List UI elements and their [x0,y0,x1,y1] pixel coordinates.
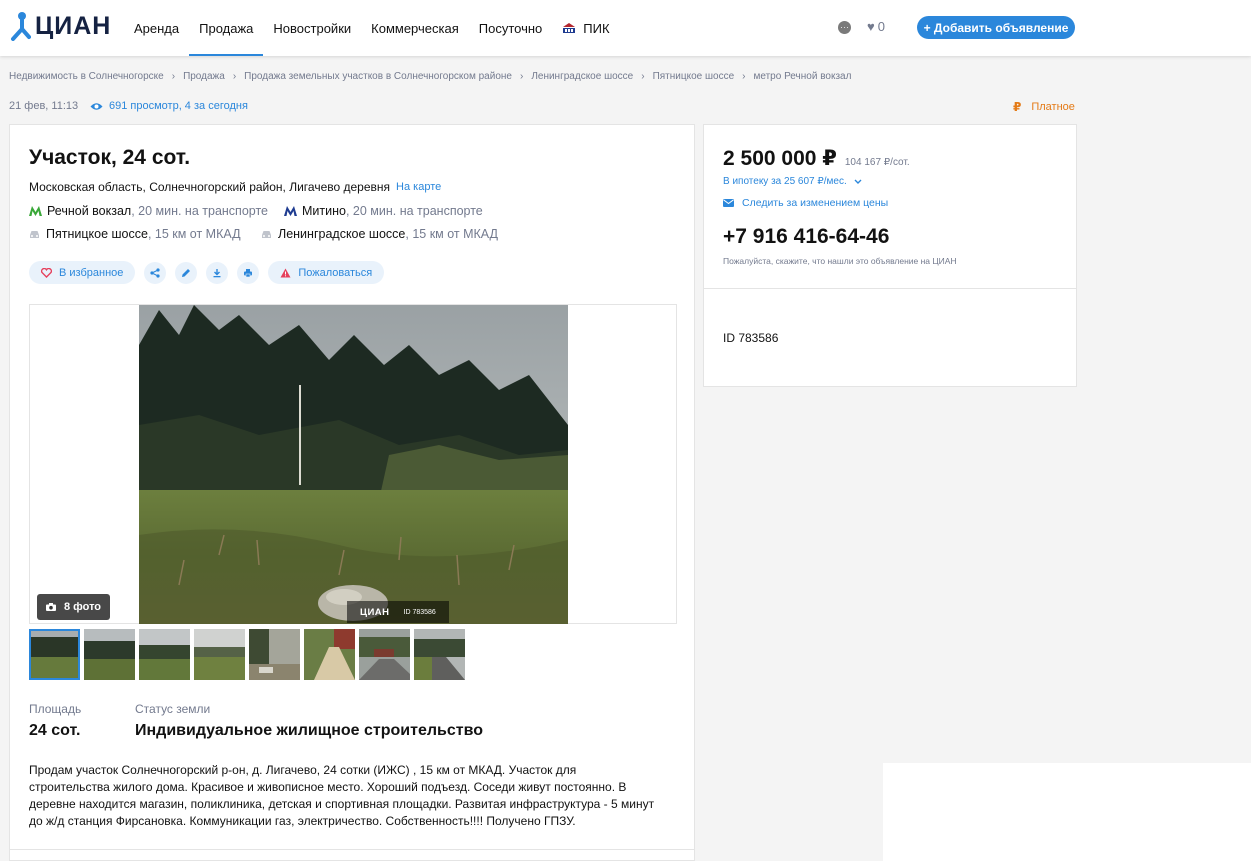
highway-name[interactable]: Ленинградское шоссе [278,227,405,241]
metro-icon [29,206,42,216]
land-status-label: Статус земли [135,702,211,716]
photo-thumbnail[interactable] [249,629,300,680]
highway: Ленинградское шоссе, 15 км от МКАД [261,227,498,241]
metro-name[interactable]: Митино [302,204,346,218]
nav-commercial[interactable]: Коммерческая [361,0,469,56]
breadcrumb-item[interactable]: Ленинградское шоссе [531,71,633,82]
listing-address: Московская область, Солнечногорский райо… [29,180,442,194]
phone-number[interactable]: +7 916 416-64-46 [723,225,889,249]
cian-logo-icon [11,12,31,41]
chat-icon[interactable] [838,21,851,34]
share-button[interactable] [144,261,167,284]
share-icon [150,267,160,278]
nav-daily[interactable]: Посуточно [469,0,553,56]
photo-thumbnail[interactable] [194,629,245,680]
metro-icon [284,206,297,216]
breadcrumb-item[interactable]: метро Речной вокзал [753,71,851,82]
photo-thumbnails [29,629,469,680]
map-link[interactable]: На карте [396,181,441,193]
metro-name[interactable]: Речной вокзал [47,204,131,218]
main-photo[interactable] [139,305,568,624]
pik-logo-icon [563,23,576,33]
edit-button[interactable] [175,261,198,284]
breadcrumb: Недвижимость в Солнечногорске › Продажа … [9,71,851,82]
listing-id: ID 783586 [723,331,779,345]
download-button[interactable] [206,261,229,284]
nav-rent[interactable]: Аренда [124,0,189,56]
divider [704,288,1076,289]
area-label: Площадь [29,702,82,716]
photo-thumbnail[interactable] [304,629,355,680]
report-button[interactable]: Пожаловаться [268,261,385,284]
add-listing-button[interactable]: + Добавить объявление [917,16,1075,39]
paid-badge: ₽ Платное [1013,100,1075,114]
metro-station: Митино, 20 мин. на транспорте [284,204,483,218]
listing-card: Участок, 24 сот. Московская область, Сол… [9,124,695,861]
follow-price-link[interactable]: Следить за изменением цены [723,197,888,209]
breadcrumb-item[interactable]: Продажа [183,71,225,82]
site-header: ЦИАН Аренда Продажа Новостройки Коммерче… [0,0,1251,56]
photo-thumbnail[interactable] [359,629,410,680]
cian-logo[interactable]: ЦИАН [9,8,111,44]
heart-outline-icon [41,267,52,278]
pencil-icon [182,268,191,277]
views-link[interactable]: 691 просмотр, 4 за сегодня [90,100,248,112]
photo-gallery: 8 фото ЦИАН ID 783586 [29,304,677,624]
mortgage-link[interactable]: В ипотеку за 25 607 ₽/мес. [723,176,862,187]
price-per-unit: 104 167 ₽/сот. [844,157,910,168]
landscape-photo [139,305,568,624]
metro-station: Речной вокзал, 20 мин. на транспорте [29,204,268,218]
main-nav: Аренда Продажа Новостройки Коммерческая … [124,0,620,56]
chevron-down-icon [854,179,862,184]
area-value: 24 сот. [29,722,81,739]
ruble-icon: ₽ [1013,100,1022,114]
action-bar: В избранное Пожаловаться [29,261,393,284]
highway-name[interactable]: Пятницкое шоссе [46,227,148,241]
phone-note: Пожалуйста, скажите, что нашли это объяв… [723,256,957,266]
chevron-right-icon: › [641,71,645,82]
camera-icon [45,603,56,611]
breadcrumb-item[interactable]: Пятницкое шоссе [653,71,735,82]
car-icon [262,230,271,238]
listing-title: Участок, 24 сот. [29,146,191,169]
price-card: 2 500 000 ₽ 104 167 ₽/сот. В ипотеку за … [703,124,1077,387]
photo-watermark: ЦИАН ID 783586 [347,601,449,623]
land-status-value: Индивидуальное жилищное строительство [135,722,483,739]
blank-panel [883,763,1251,861]
photo-thumbnail[interactable] [29,629,80,680]
chevron-right-icon: › [171,71,176,82]
favorites-counter[interactable]: ♥ 0 [867,19,885,34]
chevron-right-icon: › [742,71,746,82]
chevron-right-icon: › [232,71,237,82]
add-to-favorites-button[interactable]: В избранное [29,261,136,284]
photo-thumbnail[interactable] [84,629,135,680]
logo-text: ЦИАН [35,11,112,40]
photo-count-button[interactable]: 8 фото [37,594,110,620]
download-icon [213,268,221,277]
nav-sale[interactable]: Продажа [189,0,264,56]
breadcrumb-item[interactable]: Недвижимость в Солнечногорске [9,71,164,82]
nav-new-buildings[interactable]: Новостройки [263,0,361,56]
photo-thumbnail[interactable] [414,629,465,680]
publish-date: 21 фев, 11:13 [9,100,79,112]
print-button[interactable] [237,261,260,284]
printer-icon [244,268,253,277]
eye-icon [90,102,103,110]
breadcrumb-item[interactable]: Продажа земельных участков в Солнечногор… [244,71,512,82]
chevron-right-icon: › [519,71,524,82]
price: 2 500 000 ₽ [723,147,837,170]
price-block: 2 500 000 ₽ 104 167 ₽/сот. [723,146,910,171]
divider [10,849,694,850]
envelope-icon [723,199,734,207]
nav-pik[interactable]: ПИК [552,0,619,56]
photo-thumbnail[interactable] [139,629,190,680]
highway: Пятницкое шоссе, 15 км от МКАД [29,227,241,241]
car-icon [30,230,39,238]
heart-icon: ♥ [867,19,875,34]
warning-icon [280,268,291,278]
listing-description: Продам участок Солнечногорский р-он, д. … [29,763,655,828]
